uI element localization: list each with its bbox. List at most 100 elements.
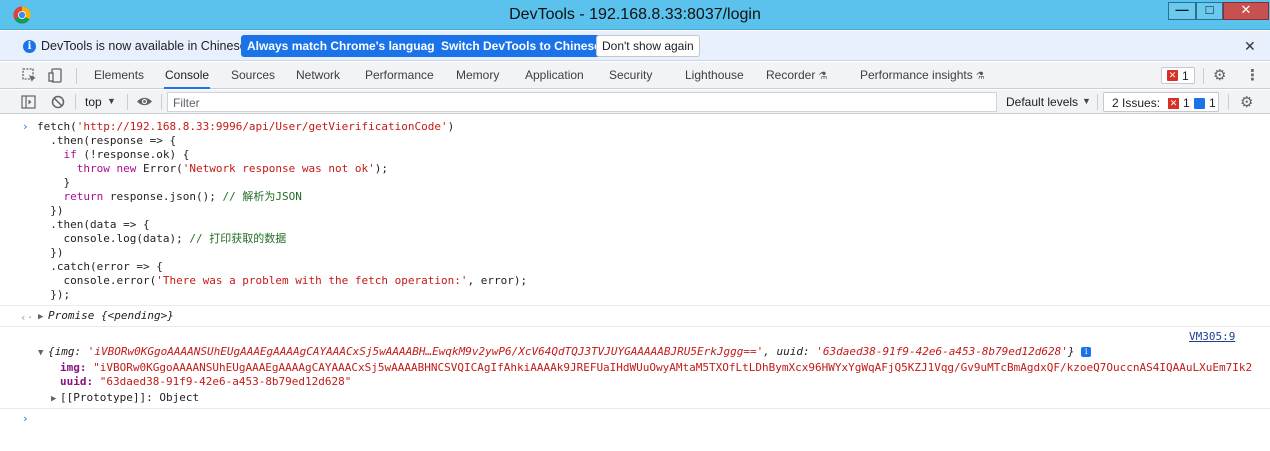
infobar-close-icon[interactable]: ✕ bbox=[1244, 38, 1256, 55]
issues-button[interactable]: 2 Issues: ✕ 1 1 bbox=[1103, 92, 1219, 112]
context-selector[interactable]: top bbox=[85, 95, 102, 109]
more-options-icon[interactable]: ⋮ bbox=[1245, 66, 1260, 84]
error-count: 1 bbox=[1182, 69, 1189, 83]
close-window-button[interactable]: ✕ bbox=[1223, 2, 1269, 20]
promise-label: Promise bbox=[48, 309, 95, 322]
chevron-down-icon[interactable]: ▼ bbox=[1082, 96, 1091, 106]
promise-state: {<pending>} bbox=[100, 309, 174, 322]
expand-triangle-icon[interactable]: ▶ bbox=[38, 312, 43, 322]
object-prototype[interactable]: [[Prototype]]: Object bbox=[60, 391, 199, 405]
issue-error-icon: ✕ bbox=[1168, 98, 1179, 109]
code-token-keyword: if bbox=[37, 148, 77, 161]
object-property-uuid[interactable]: uuid: "63daed38-91f9-42e6-a453-8b79ed12d… bbox=[60, 375, 351, 389]
code-token-keyword: return bbox=[37, 190, 104, 203]
toolbar-divider bbox=[161, 94, 162, 110]
code-line: console.log(data); // 打印获取的数据 bbox=[37, 232, 287, 245]
console-output[interactable]: › fetch('http://192.168.8.33:9996/api/Us… bbox=[0, 115, 1270, 451]
issues-info-count: 1 bbox=[1209, 96, 1216, 110]
object-summary[interactable]: {img: 'iVBORw0KGgoAAAANSUhEUgAAAEgAAAAgC… bbox=[48, 345, 1092, 359]
code-line: console.error('There was a problem with … bbox=[37, 274, 528, 287]
info-icon: i bbox=[23, 40, 36, 53]
code-token-string: 'Network response was not ok' bbox=[182, 162, 375, 175]
tab-performance-insights[interactable]: Performance insights ⚗ bbox=[859, 62, 986, 89]
tab-security[interactable]: Security bbox=[608, 62, 653, 89]
object-separator: , uuid: bbox=[763, 345, 817, 358]
property-key: img: bbox=[60, 361, 87, 374]
error-count-badge[interactable]: ✕ 1 bbox=[1161, 67, 1195, 84]
toolbar-divider bbox=[1097, 94, 1098, 110]
minimize-button[interactable]: — bbox=[1168, 2, 1196, 20]
console-prompt-chevron-icon[interactable]: › bbox=[22, 412, 29, 425]
tab-elements[interactable]: Elements bbox=[93, 62, 145, 89]
tab-application[interactable]: Application bbox=[524, 62, 585, 89]
toolbar-divider bbox=[127, 94, 128, 110]
tab-memory[interactable]: Memory bbox=[455, 62, 500, 89]
sidebar-toggle-icon[interactable] bbox=[21, 95, 36, 109]
inspect-element-icon[interactable] bbox=[22, 68, 37, 83]
code-token-comment: // 解析为JSON bbox=[222, 190, 302, 203]
toolbar-divider bbox=[76, 68, 77, 84]
code-line: fetch('http://192.168.8.33:9996/api/User… bbox=[37, 120, 455, 133]
toolbar-divider bbox=[1228, 94, 1229, 110]
error-icon: ✕ bbox=[1167, 70, 1178, 81]
close-icon: ✕ bbox=[1240, 2, 1252, 17]
toolbar-divider bbox=[75, 94, 76, 110]
code-line: if (!response.ok) { bbox=[37, 148, 190, 161]
message-divider bbox=[0, 408, 1270, 409]
tab-console[interactable]: Console bbox=[164, 62, 211, 89]
tab-sources[interactable]: Sources bbox=[230, 62, 276, 89]
code-line: }) bbox=[37, 204, 64, 217]
tab-recorder[interactable]: Recorder ⚗ bbox=[765, 62, 828, 89]
device-toolbar-icon[interactable] bbox=[48, 68, 63, 83]
experimental-flask-icon: ⚗ bbox=[975, 71, 985, 82]
object-img-preview: 'iVBORw0KGgoAAAANSUhEUgAAAEgAAAAgCAYAAAC… bbox=[87, 345, 764, 358]
filter-input[interactable] bbox=[173, 95, 973, 110]
switch-devtools-chinese-button[interactable]: Switch DevTools to Chinese bbox=[435, 35, 607, 57]
code-line: throw new Error('Network response was no… bbox=[37, 162, 389, 175]
input-prompt-chevron-icon: › bbox=[22, 120, 29, 133]
collapse-triangle-icon[interactable]: ▼ bbox=[38, 348, 43, 358]
tab-performance[interactable]: Performance bbox=[364, 62, 435, 89]
code-line: .catch(error => { bbox=[37, 260, 163, 273]
object-uuid-preview: '63daed38-91f9-42e6-a453-8b79ed12d628' bbox=[816, 345, 1068, 358]
object-property-img[interactable]: img: "iVBORw0KGgoAAAANSUhEUgAAAEgAAAAgCA… bbox=[60, 361, 1270, 375]
tab-performance-insights-label: Performance insights bbox=[860, 68, 973, 82]
code-token-string: 'There was a problem with the fetch oper… bbox=[156, 274, 468, 287]
code-line: .then(data => { bbox=[37, 218, 150, 231]
window-title-bar: DevTools - 192.168.8.33:8037/login — □ ✕ bbox=[0, 0, 1270, 30]
maximize-icon: □ bbox=[1205, 2, 1214, 17]
console-settings-gear-icon[interactable]: ⚙ bbox=[1240, 93, 1253, 111]
code-token-keyword: throw new bbox=[37, 162, 137, 175]
maximize-button[interactable]: □ bbox=[1196, 2, 1223, 20]
code-line: .then(response => { bbox=[37, 134, 177, 147]
code-line: }); bbox=[37, 288, 71, 301]
message-divider bbox=[0, 326, 1270, 327]
window-title: DevTools - 192.168.8.33:8037/login bbox=[509, 6, 761, 23]
tab-network[interactable]: Network bbox=[295, 62, 341, 89]
tab-lighthouse[interactable]: Lighthouse bbox=[684, 62, 745, 89]
clear-console-icon[interactable] bbox=[51, 95, 65, 109]
settings-gear-icon[interactable]: ⚙ bbox=[1213, 66, 1226, 84]
promise-result[interactable]: Promise {<pending>} bbox=[48, 309, 174, 323]
chevron-down-icon[interactable]: ▼ bbox=[107, 96, 116, 106]
always-match-language-button[interactable]: Always match Chrome's language bbox=[241, 35, 448, 57]
code-token-comment: // 打印获取的数据 bbox=[189, 232, 287, 245]
toolbar-divider bbox=[1203, 68, 1204, 84]
tab-recorder-label: Recorder bbox=[766, 68, 816, 82]
live-expression-eye-icon[interactable] bbox=[136, 96, 153, 107]
issues-label: 2 Issues: bbox=[1112, 96, 1161, 110]
language-infobar: i DevTools is now available in Chinese! … bbox=[0, 31, 1270, 61]
experimental-flask-icon: ⚗ bbox=[818, 71, 828, 82]
object-info-icon[interactable]: i bbox=[1081, 347, 1092, 357]
code-line: return response.json(); // 解析为JSON bbox=[37, 190, 302, 203]
code-token-string: 'http://192.168.8.33:9996/api/User/getVi… bbox=[76, 120, 448, 133]
default-levels-dropdown[interactable]: Default levels bbox=[1006, 95, 1078, 109]
expand-triangle-icon[interactable]: ▶ bbox=[51, 394, 56, 404]
issues-error-count: 1 bbox=[1183, 96, 1190, 110]
message-divider bbox=[0, 305, 1270, 306]
minimize-icon: — bbox=[1175, 2, 1189, 17]
dont-show-again-button[interactable]: Don't show again bbox=[596, 35, 700, 57]
source-link[interactable]: VM305:9 bbox=[1189, 330, 1235, 343]
code-line: }) bbox=[37, 246, 64, 259]
console-toolbar: top ▼ Default levels ▼ 2 Issues: ✕ 1 1 ⚙ bbox=[0, 90, 1270, 114]
